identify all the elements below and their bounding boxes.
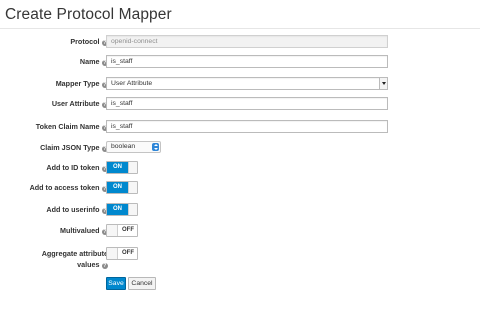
name-label: Name? [79,57,108,67]
toggle-on-label: ON [107,204,128,215]
toggle-knob [128,204,137,215]
user-attribute-input[interactable]: is_staff [106,97,388,110]
claim-json-type-value: boolean [111,143,136,150]
add-to-access-token-label: Add to access token? [29,183,108,193]
chevron-down-icon[interactable] [379,78,387,89]
toggle-knob [107,248,118,259]
toggle-on-label: ON [107,182,128,193]
add-to-userinfo-label: Add to userinfo? [46,205,108,215]
up-down-arrows-icon [152,143,159,151]
token-claim-name-input[interactable]: is_staff [106,120,388,133]
toggle-knob [107,225,118,236]
toggle-knob [128,182,137,193]
mapper-type-label: Mapper Type? [55,79,108,89]
save-button[interactable]: Save [106,277,126,290]
cancel-button[interactable]: Cancel [128,277,156,290]
add-to-userinfo-toggle[interactable]: ON [106,203,138,216]
add-to-id-token-toggle[interactable]: ON [106,161,138,174]
toggle-off-label: OFF [118,248,137,259]
claim-json-type-select[interactable]: boolean [106,141,161,153]
title-divider [0,28,480,29]
protocol-field: openid-connect [106,35,388,48]
protocol-label: Protocol? [70,37,108,47]
aggregate-attribute-values-toggle[interactable]: OFF [106,247,138,260]
aggregate-attribute-values-label: Aggregate attribute values? [41,249,108,270]
toggle-on-label: ON [107,162,128,173]
multivalued-toggle[interactable]: OFF [106,224,138,237]
user-attribute-label: User Attribute? [51,99,108,109]
claim-json-type-label: Claim JSON Type? [40,143,108,153]
toggle-off-label: OFF [118,225,137,236]
mapper-type-value: User Attribute [111,80,153,87]
page-title: Create Protocol Mapper [5,6,172,23]
name-input[interactable]: is_staff [106,55,388,68]
add-to-id-token-label: Add to ID token? [46,163,108,173]
multivalued-label: Multivalued? [59,226,108,236]
mapper-type-select[interactable]: User Attribute [106,77,388,90]
help-icon[interactable]: ? [101,262,108,270]
token-claim-name-label: Token Claim Name? [35,122,108,132]
toggle-knob [128,162,137,173]
add-to-access-token-toggle[interactable]: ON [106,181,138,194]
